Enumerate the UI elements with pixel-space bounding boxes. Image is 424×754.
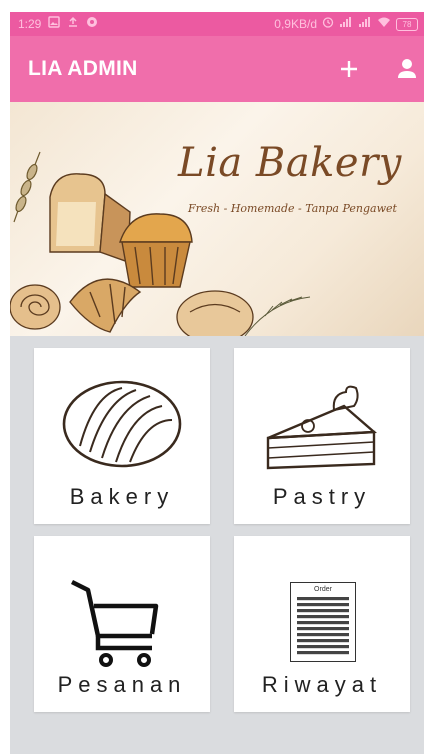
cake-slice-icon xyxy=(266,385,378,470)
menu-label-bakery: Bakery xyxy=(69,484,175,509)
app-title: LIA ADMIN xyxy=(28,57,138,80)
bread-icon xyxy=(62,380,182,468)
menu-label-pesanan: Pesanan xyxy=(57,672,187,697)
order-document-icon: Order xyxy=(290,582,356,662)
app-bar: LIA ADMIN xyxy=(10,36,424,102)
brand-tagline: Fresh - Homemade - Tanpa Pengawet xyxy=(188,202,397,215)
bakery-banner: Lia Bakery Fresh - Homemade - Tanpa Peng… xyxy=(10,102,424,336)
baked-goods-illustration xyxy=(10,151,311,336)
account-button[interactable] xyxy=(390,52,424,86)
gallery-notification-icon xyxy=(48,12,61,36)
document-lines xyxy=(297,597,349,655)
status-bar: 1:29 0,9KB/d 78 xyxy=(10,12,424,36)
wifi-icon xyxy=(377,12,391,36)
alarm-icon xyxy=(322,12,334,36)
menu-card-riwayat[interactable]: Order Riwayat xyxy=(234,536,410,712)
app-screen: 1:29 0,9KB/d 78 LIA ADMIN Lia Bakery Fre… xyxy=(10,12,424,754)
menu-card-pastry[interactable]: Pastry xyxy=(234,348,410,524)
menu-card-pesanan[interactable]: Pesanan xyxy=(34,536,210,712)
shopping-cart-icon xyxy=(70,579,159,667)
battery-icon: 78 xyxy=(396,17,418,31)
brand-name: Lia Bakery xyxy=(178,140,402,186)
menu-label-riwayat: Riwayat xyxy=(261,672,383,697)
add-button[interactable] xyxy=(332,52,366,86)
menu-label-pastry: Pastry xyxy=(272,484,372,509)
add-icon xyxy=(341,61,357,77)
status-time: 1:29 xyxy=(18,17,42,31)
app-notification-icon xyxy=(86,12,98,36)
signal-icon xyxy=(339,12,353,36)
network-speed: 0,9KB/d xyxy=(274,17,317,31)
account-icon xyxy=(398,59,416,78)
order-document-title: Order xyxy=(314,586,332,593)
menu-card-bakery[interactable]: Bakery xyxy=(34,348,210,524)
battery-level: 78 xyxy=(402,19,412,29)
signal-icon xyxy=(358,12,372,36)
upload-icon xyxy=(67,12,79,36)
